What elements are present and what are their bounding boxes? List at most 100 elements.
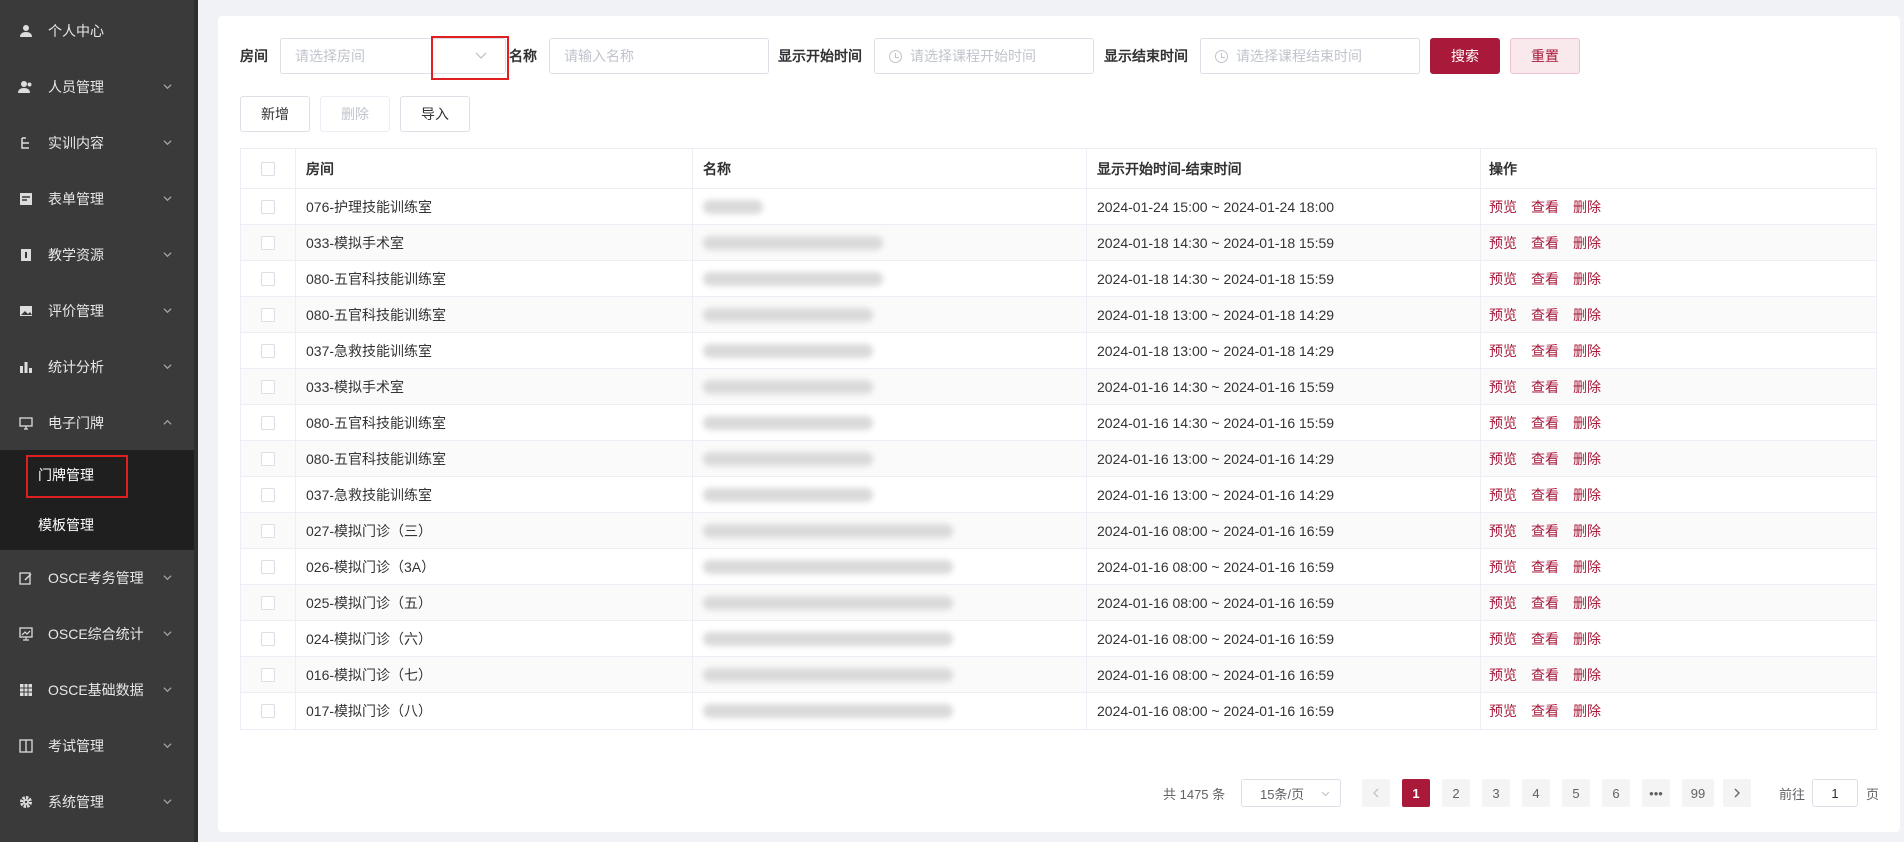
row-checkbox[interactable] xyxy=(261,523,275,538)
view-link[interactable]: 查看 xyxy=(1531,269,1559,289)
preview-link[interactable]: 预览 xyxy=(1489,701,1517,721)
view-link[interactable]: 查看 xyxy=(1531,485,1559,505)
row-name xyxy=(693,189,1087,224)
delete-link[interactable]: 删除 xyxy=(1573,557,1601,577)
search-button[interactable]: 搜索 xyxy=(1430,38,1500,74)
sidebar-item-osce-stats[interactable]: OSCE综合统计 xyxy=(0,606,194,662)
add-button[interactable]: 新增 xyxy=(240,96,310,132)
delete-link[interactable]: 删除 xyxy=(1573,197,1601,217)
preview-link[interactable]: 预览 xyxy=(1489,665,1517,685)
sidebar-item-exam-management[interactable]: 考试管理 xyxy=(0,718,194,774)
delete-link[interactable]: 删除 xyxy=(1573,485,1601,505)
delete-link[interactable]: 删除 xyxy=(1573,593,1601,613)
preview-link[interactable]: 预览 xyxy=(1489,233,1517,253)
page-button-current[interactable]: 1 xyxy=(1402,779,1430,807)
prev-page-button[interactable] xyxy=(1362,779,1390,807)
import-button[interactable]: 导入 xyxy=(400,96,470,132)
delete-link[interactable]: 删除 xyxy=(1573,305,1601,325)
page-button[interactable]: ••• xyxy=(1642,779,1670,807)
page-button[interactable]: 99 xyxy=(1682,779,1714,807)
view-link[interactable]: 查看 xyxy=(1531,449,1559,469)
sidebar-item-training[interactable]: 实训内容 xyxy=(0,115,194,171)
row-time: 2024-01-24 15:00 ~ 2024-01-24 18:00 xyxy=(1087,189,1481,224)
page-button[interactable]: 6 xyxy=(1602,779,1630,807)
preview-link[interactable]: 预览 xyxy=(1489,341,1517,361)
delete-link[interactable]: 删除 xyxy=(1573,665,1601,685)
row-checkbox[interactable] xyxy=(261,559,275,574)
view-link[interactable]: 查看 xyxy=(1531,701,1559,721)
row-checkbox[interactable] xyxy=(261,379,275,394)
preview-link[interactable]: 预览 xyxy=(1489,269,1517,289)
page-button[interactable]: 2 xyxy=(1442,779,1470,807)
preview-link[interactable]: 预览 xyxy=(1489,593,1517,613)
name-input[interactable]: 请输入名称 xyxy=(549,38,769,74)
page-size-select[interactable]: 15条/页 xyxy=(1241,779,1341,807)
table-row: 016-模拟门诊（七） 2024-01-16 08:00 ~ 2024-01-16… xyxy=(241,657,1876,693)
sidebar-item-staff[interactable]: 人员管理 xyxy=(0,59,194,115)
view-link[interactable]: 查看 xyxy=(1531,413,1559,433)
preview-link[interactable]: 预览 xyxy=(1489,557,1517,577)
next-page-button[interactable] xyxy=(1723,779,1751,807)
sidebar-item-system-management[interactable]: 系统管理 xyxy=(0,774,194,830)
sidebar-item-osce-base-data[interactable]: OSCE基础数据 xyxy=(0,662,194,718)
view-link[interactable]: 查看 xyxy=(1531,629,1559,649)
submenu-template-management[interactable]: 模板管理 xyxy=(0,500,194,550)
preview-link[interactable]: 预览 xyxy=(1489,197,1517,217)
row-checkbox[interactable] xyxy=(261,631,275,646)
page-button[interactable]: 3 xyxy=(1482,779,1510,807)
sidebar-item-evaluation[interactable]: 评价管理 xyxy=(0,283,194,339)
row-checkbox[interactable] xyxy=(261,199,275,214)
reset-button[interactable]: 重置 xyxy=(1510,38,1580,74)
sidebar-item-forms[interactable]: 表单管理 xyxy=(0,171,194,227)
view-link[interactable]: 查看 xyxy=(1531,557,1559,577)
row-checkbox[interactable] xyxy=(261,271,275,286)
delete-link[interactable]: 删除 xyxy=(1573,413,1601,433)
preview-link[interactable]: 预览 xyxy=(1489,629,1517,649)
delete-link[interactable]: 删除 xyxy=(1573,233,1601,253)
sidebar-item-resources[interactable]: 教学资源 xyxy=(0,227,194,283)
sidebar-item-e-doorplate[interactable]: 电子门牌 xyxy=(0,395,194,451)
page-button[interactable]: 5 xyxy=(1562,779,1590,807)
start-time-picker[interactable]: 请选择课程开始时间 xyxy=(874,38,1094,74)
preview-link[interactable]: 预览 xyxy=(1489,521,1517,541)
table-header: 房间 名称 显示开始时间-结束时间 操作 xyxy=(241,149,1876,189)
delete-link[interactable]: 删除 xyxy=(1573,377,1601,397)
preview-link[interactable]: 预览 xyxy=(1489,377,1517,397)
view-link[interactable]: 查看 xyxy=(1531,665,1559,685)
view-link[interactable]: 查看 xyxy=(1531,197,1559,217)
page-button[interactable]: 4 xyxy=(1522,779,1550,807)
row-checkbox[interactable] xyxy=(261,595,275,610)
delete-link[interactable]: 删除 xyxy=(1573,629,1601,649)
sidebar-item-osce-affairs[interactable]: OSCE考务管理 xyxy=(0,550,194,606)
sidebar-item-statistics[interactable]: 统计分析 xyxy=(0,339,194,395)
delete-link[interactable]: 删除 xyxy=(1573,269,1601,289)
row-checkbox[interactable] xyxy=(261,704,275,718)
view-link[interactable]: 查看 xyxy=(1531,521,1559,541)
view-link[interactable]: 查看 xyxy=(1531,341,1559,361)
row-room: 080-五官科技能训练室 xyxy=(296,261,693,296)
preview-link[interactable]: 预览 xyxy=(1489,449,1517,469)
row-checkbox[interactable] xyxy=(261,307,275,322)
row-checkbox[interactable] xyxy=(261,343,275,358)
row-checkbox[interactable] xyxy=(261,415,275,430)
delete-link[interactable]: 删除 xyxy=(1573,701,1601,721)
preview-link[interactable]: 预览 xyxy=(1489,413,1517,433)
preview-link[interactable]: 预览 xyxy=(1489,485,1517,505)
select-all-checkbox[interactable] xyxy=(261,161,275,176)
row-checkbox[interactable] xyxy=(261,667,275,682)
row-checkbox[interactable] xyxy=(261,451,275,466)
view-link[interactable]: 查看 xyxy=(1531,593,1559,613)
view-link[interactable]: 查看 xyxy=(1531,377,1559,397)
end-time-picker[interactable]: 请选择课程结束时间 xyxy=(1200,38,1420,74)
delete-link[interactable]: 删除 xyxy=(1573,449,1601,469)
delete-link[interactable]: 删除 xyxy=(1573,341,1601,361)
sidebar-item-profile[interactable]: 个人中心 xyxy=(0,3,194,59)
delete-link[interactable]: 删除 xyxy=(1573,521,1601,541)
view-link[interactable]: 查看 xyxy=(1531,305,1559,325)
preview-link[interactable]: 预览 xyxy=(1489,305,1517,325)
delete-button[interactable]: 删除 xyxy=(320,96,390,132)
row-checkbox[interactable] xyxy=(261,235,275,250)
goto-page-input[interactable]: 1 xyxy=(1812,779,1858,807)
row-checkbox[interactable] xyxy=(261,487,275,502)
view-link[interactable]: 查看 xyxy=(1531,233,1559,253)
